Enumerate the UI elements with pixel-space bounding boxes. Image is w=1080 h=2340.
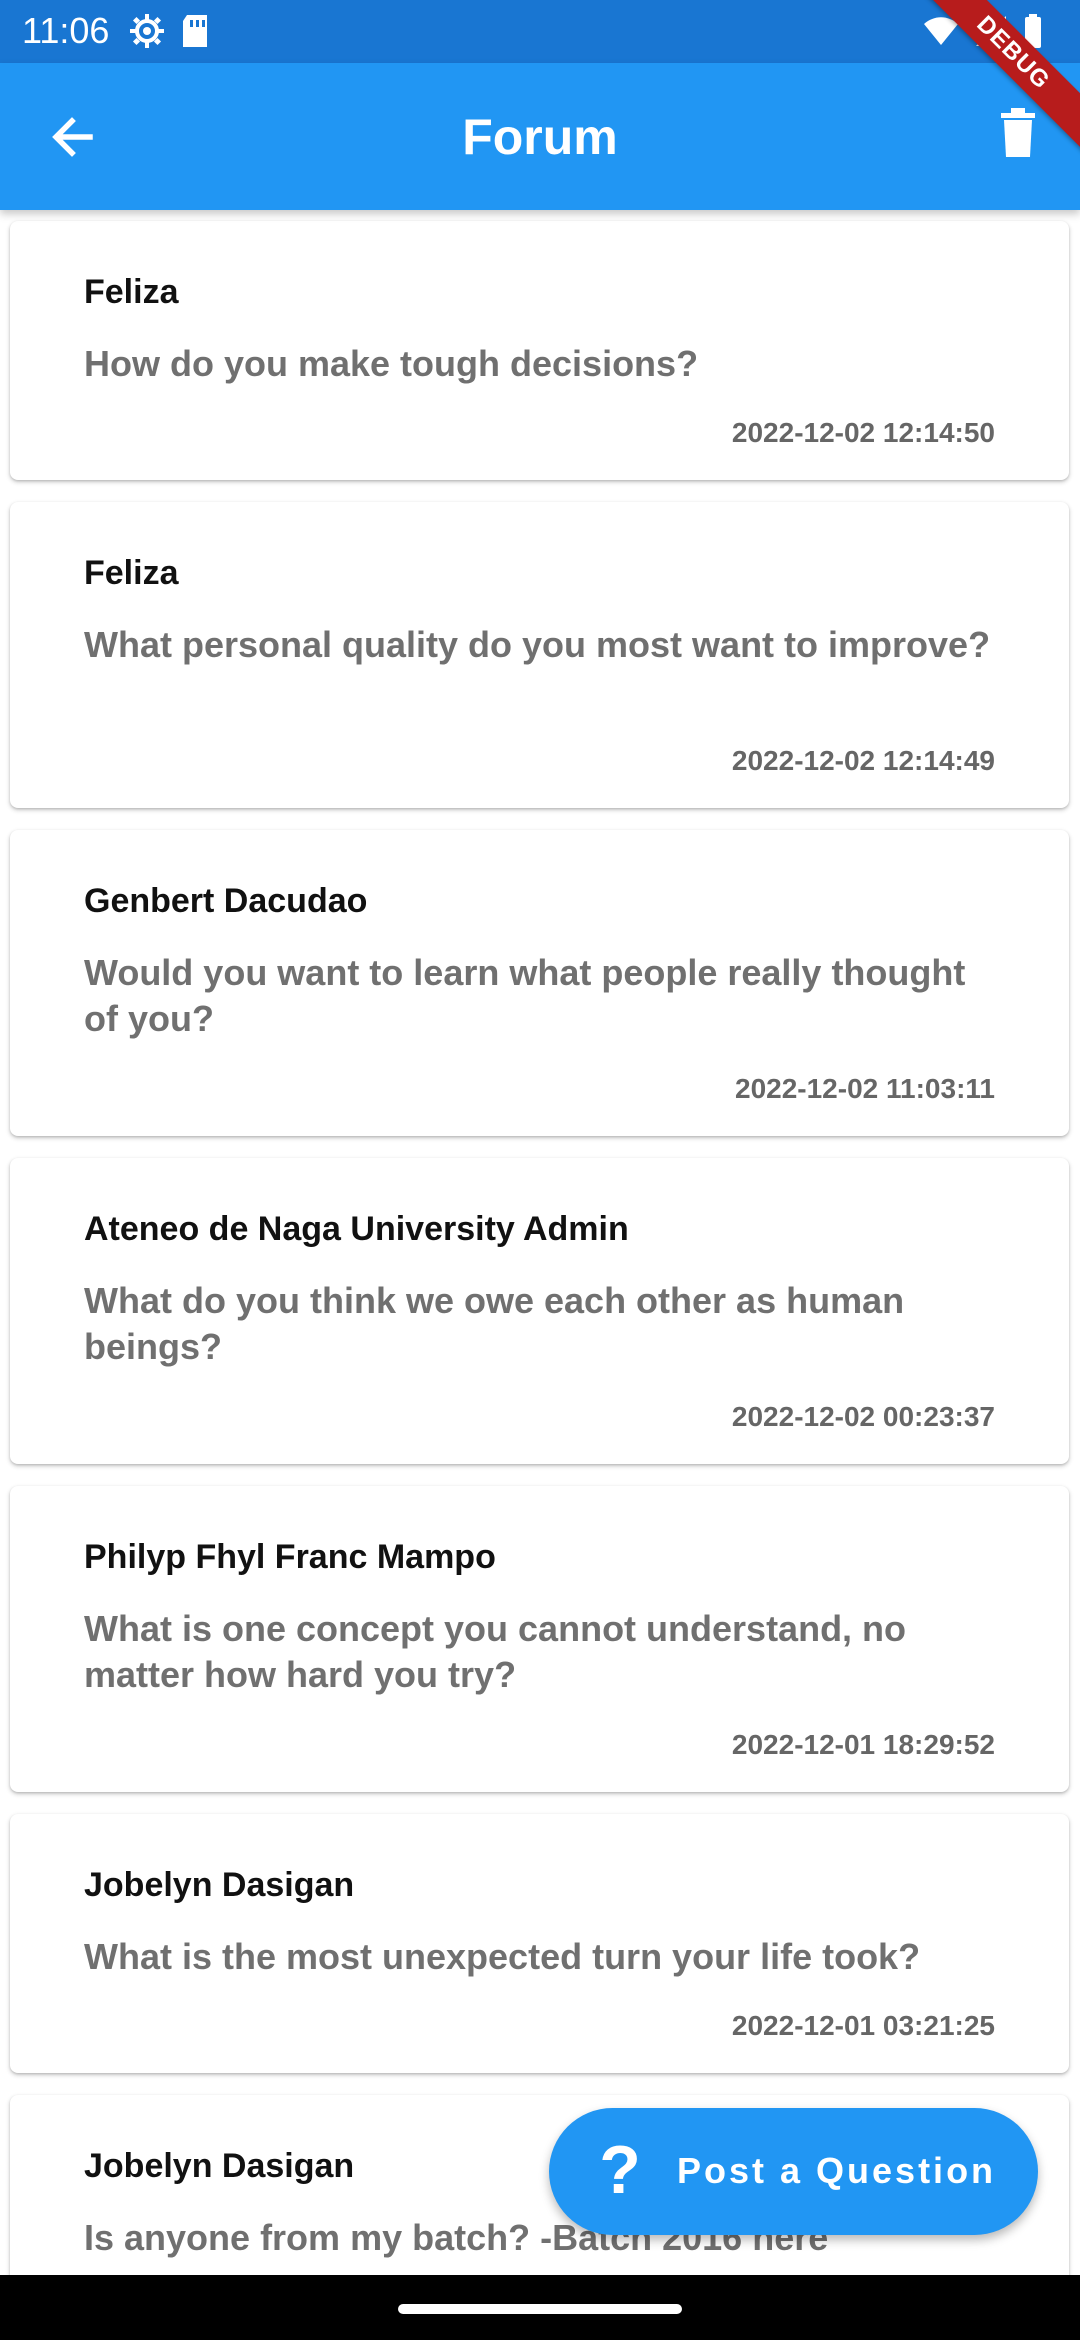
post-question: What is one concept you cannot understan… (84, 1608, 907, 1695)
forum-post-card[interactable]: Feliza How do you make tough decisions? … (10, 221, 1069, 480)
trash-icon (1001, 108, 1035, 157)
post-question: What personal quality do you most want t… (84, 624, 991, 665)
app-bar: Forum (0, 63, 1080, 210)
post-author: Genbert Dacudao (84, 882, 368, 920)
forum-post-card[interactable]: Jobelyn Dasigan What is the most unexpec… (10, 1814, 1069, 2073)
sd-card-icon (180, 13, 210, 54)
status-bar: 11:06 (0, 0, 1080, 63)
post-timestamp: 2022-12-01 18:29:52 (731, 1729, 995, 1760)
system-navigation-bar (0, 2275, 1080, 2340)
forum-post-card[interactable]: Philyp Fhyl Franc Mampo What is one conc… (10, 1486, 1069, 1792)
forum-post-card[interactable]: Genbert Dacudao Would you want to learn … (10, 830, 1069, 1136)
forum-post-card[interactable]: Feliza What personal quality do you most… (10, 502, 1069, 808)
post-author: Jobelyn Dasigan (84, 1866, 355, 1904)
post-question: Would you want to learn what people real… (84, 952, 966, 1039)
forum-post-list[interactable]: Feliza How do you make tough decisions? … (0, 210, 1080, 2275)
post-author: Jobelyn Dasigan (84, 2147, 355, 2185)
post-question: What do you think we owe each other as h… (84, 1280, 905, 1367)
forum-post-card[interactable]: Ateneo de Naga University Admin What do … (10, 1158, 1069, 1464)
post-author: Ateneo de Naga University Admin (84, 1210, 629, 1248)
home-indicator[interactable] (398, 2304, 682, 2314)
post-question: How do you make tough decisions? (84, 343, 699, 384)
post-timestamp: 2022-12-02 12:14:50 (731, 417, 995, 448)
settings-icon (128, 12, 166, 55)
forum-screen: 11:06 Forum DEBUG Feliza How do you make… (0, 0, 1080, 2340)
post-author: Feliza (84, 554, 179, 592)
post-timestamp: 2022-12-02 11:03:11 (735, 1073, 995, 1104)
post-timestamp: 2022-12-02 00:23:37 (731, 1401, 995, 1432)
status-time: 11:06 (22, 10, 110, 51)
page-title: Forum (462, 109, 618, 165)
question-mark-icon: ? (599, 2132, 641, 2208)
post-author: Philyp Fhyl Franc Mampo (84, 1538, 496, 1576)
status-left-icons (128, 12, 210, 55)
post-timestamp: 2022-12-02 12:14:49 (731, 745, 995, 776)
post-question-button[interactable]: ? Post a Question (549, 2108, 1038, 2235)
post-question: What is the most unexpected turn your li… (84, 1936, 921, 1977)
post-author: Feliza (84, 273, 179, 311)
post-timestamp: 2022-12-01 03:21:25 (731, 2010, 995, 2041)
post-question-label: Post a Question (677, 2150, 997, 2191)
